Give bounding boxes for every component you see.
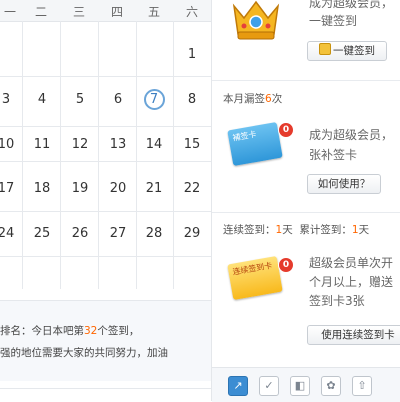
makeup-card-icon: 補签卡 (227, 121, 283, 167)
weekday-tue: 二 (34, 5, 47, 19)
rank-line-1: 排名：今日本吧第32个签到， (0, 323, 139, 338)
grid-line (0, 161, 211, 162)
grid-line (136, 21, 137, 289)
calendar-day[interactable]: 13 (104, 137, 132, 152)
one-click-sign-button[interactable]: 一键签到 (307, 41, 387, 61)
rank-line-2: 强的地位需要大家的共同努力，加油 (0, 347, 168, 359)
grid-line (98, 21, 99, 289)
calendar-day[interactable]: 28 (140, 226, 168, 241)
weekday-fri: 五 (147, 5, 160, 19)
weekday-header: 一 二 三 四 五 六 (0, 0, 211, 22)
makeup-card-promo: 成为超级会员， (309, 128, 394, 142)
calendar-day[interactable]: 22 (178, 181, 206, 196)
missed-sign-title: 本月漏签6次 (223, 91, 282, 106)
calendar-day[interactable]: 12 (66, 137, 94, 152)
section-divider (212, 80, 400, 81)
calendar-day[interactable]: 24 (0, 226, 20, 241)
sign-side-panel: 成为超级会员， 一键签到 一键签到 本月漏签6次 補签卡 0 成为超级会员， 张… (211, 0, 400, 402)
weekday-wed: 三 (72, 5, 85, 19)
makeup-card-promo: 张补签卡 (309, 148, 358, 162)
grid-line (0, 211, 211, 212)
calendar-day[interactable]: 3 (0, 92, 20, 107)
calendar-day[interactable]: 18 (28, 181, 56, 196)
calendar-footer (0, 388, 211, 402)
sign-icon[interactable]: ✓ (259, 376, 279, 396)
calendar-day[interactable]: 8 (178, 92, 206, 107)
weekday-sat: 六 (185, 5, 198, 19)
makeup-card-count-badge: 0 (278, 122, 294, 138)
streak-label: 连续签到： (223, 224, 276, 236)
calendar-day[interactable]: 10 (0, 137, 20, 152)
calendar-day[interactable]: 11 (28, 137, 56, 152)
calendar-day[interactable]: 17 (0, 181, 20, 196)
calendar-day[interactable]: 4 (28, 92, 56, 107)
how-to-use-button[interactable]: 如何使用？ (307, 174, 381, 194)
calendar-day[interactable]: 15 (178, 137, 206, 152)
missed-unit: 次 (271, 93, 283, 105)
bottom-toolbar: ↗ ✓ ◧ ✿ ⇧ (212, 367, 400, 402)
calendar-day-today[interactable]: 7 (140, 92, 168, 107)
total-days: 1 (351, 224, 359, 236)
missed-label: 本月漏签 (223, 93, 265, 105)
sign-calendar: 一 二 三 四 五 六 1 3 4 5 6 7 8 10 11 12 13 14… (0, 0, 211, 402)
total-unit: 天 (358, 224, 370, 236)
makeup-card-label: 補签卡 (231, 129, 258, 143)
grid-line (0, 76, 211, 77)
grid-line (173, 21, 174, 289)
calendar-day[interactable]: 26 (66, 226, 94, 241)
streak-card-label: 连续签到卡 (231, 260, 273, 277)
streak-unit: 天 (282, 224, 293, 236)
sign-rank-notice: 排名：今日本吧第32个签到， 强的地位需要大家的共同努力，加油 (0, 300, 211, 381)
rank-text: 个签到， (97, 325, 140, 337)
upload-icon[interactable]: ⇧ (352, 376, 372, 396)
vip-promo-text: 成为超级会员， (309, 0, 394, 10)
weekday-mon: 一 (3, 5, 16, 19)
streak-card-promo: 签到卡3张 (309, 294, 365, 308)
calendar-day[interactable]: 20 (104, 181, 132, 196)
streak-card-count-badge: 0 (278, 257, 294, 273)
use-streak-card-button[interactable]: 使用连续签到卡 (307, 325, 400, 345)
grid-line (0, 256, 211, 257)
missed-count: 6 (265, 93, 272, 105)
rank-text: 排名：今日本吧第 (0, 325, 84, 337)
calendar-day[interactable]: 27 (104, 226, 132, 241)
streak-card-icon: 连续签到卡 (227, 255, 283, 301)
streak-card-promo: 超级会员单次开 (309, 256, 394, 270)
crown-icon (230, 0, 282, 42)
calendar-day[interactable]: 25 (28, 226, 56, 241)
share-icon[interactable]: ↗ (228, 376, 248, 396)
section-divider (212, 212, 400, 213)
grid-line (0, 126, 211, 127)
calendar-day[interactable]: 6 (104, 92, 132, 107)
one-click-sign-label: 一键签到 (333, 45, 375, 57)
tb-icon[interactable]: ◧ (290, 376, 310, 396)
grid-line (60, 21, 61, 289)
calendar-day[interactable]: 14 (140, 137, 168, 152)
lock-icon (319, 43, 331, 55)
total-label: 累计签到： (299, 224, 352, 236)
calendar-day[interactable]: 29 (178, 226, 206, 241)
calendar-day[interactable]: 21 (140, 181, 168, 196)
calendar-day[interactable]: 5 (66, 92, 94, 107)
calendar-day[interactable]: 19 (66, 181, 94, 196)
streak-card-promo: 个月以上，赠送 (309, 275, 394, 289)
calendar-day[interactable]: 1 (178, 47, 206, 62)
streak-summary: 连续签到：1天 累计签到：1天 (223, 222, 369, 237)
grid-line (22, 21, 23, 289)
settings-icon[interactable]: ✿ (321, 376, 341, 396)
vip-promo-text: 一键签到 (309, 14, 358, 28)
rank-number: 32 (84, 325, 98, 337)
weekday-thu: 四 (110, 5, 123, 19)
